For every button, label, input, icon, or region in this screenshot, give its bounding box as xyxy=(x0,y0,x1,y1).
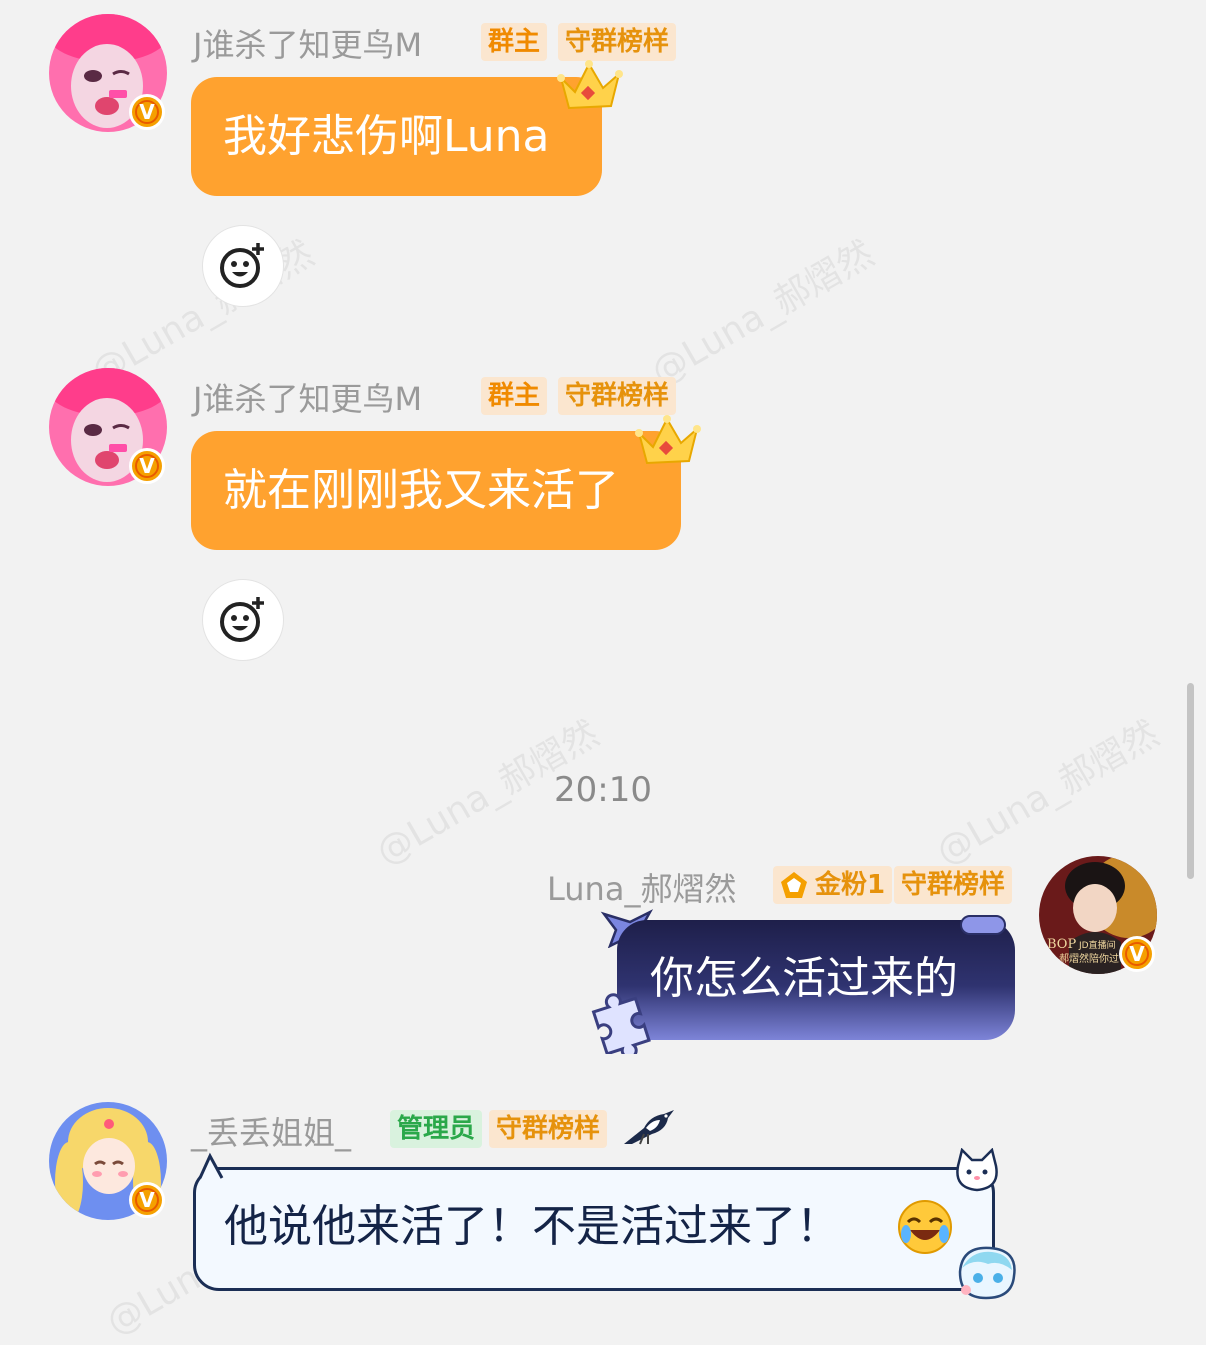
role-tag-guard: 守群榜样 xyxy=(489,1110,608,1148)
role-tag-guard: 守群榜样 xyxy=(894,866,1013,904)
v-verified-icon: V xyxy=(129,448,165,484)
scrollbar[interactable] xyxy=(1187,683,1194,879)
role-tag-guard: 守群榜样 xyxy=(558,377,677,415)
message-text: 他说他来活了！不是活过来了！ xyxy=(224,1201,840,1252)
avatar[interactable]: V xyxy=(49,1102,167,1220)
laughing-emoji-icon xyxy=(898,1200,952,1254)
message-bubble[interactable]: 我好悲伤啊Luna xyxy=(191,77,602,196)
avatar[interactable]: V xyxy=(49,14,167,132)
v-verified-icon: V xyxy=(1119,936,1155,972)
character-sticker-icon xyxy=(952,1242,1022,1306)
svg-text:郝熠然陪你过: 郝熠然陪你过 xyxy=(1059,952,1119,965)
sender-name: _丢丢姐姐_ xyxy=(191,1114,352,1152)
crown-icon xyxy=(555,58,625,118)
add-reaction-button[interactable] xyxy=(202,579,284,661)
bubble-corner-decoration xyxy=(196,1152,226,1186)
pentagon-badge-icon xyxy=(781,872,807,898)
message-text: 你怎么活过来的 xyxy=(650,953,958,1004)
message-text: 我好悲伤啊Luna xyxy=(223,111,550,162)
message-bubble[interactable]: 就在刚刚我又来活了 xyxy=(191,431,681,550)
v-verified-icon: V xyxy=(129,1182,165,1218)
add-reaction-icon xyxy=(220,243,264,288)
avatar[interactable]: BOP JD直播间 郝熠然陪你过 V xyxy=(1039,856,1157,974)
role-tag-owner: 群主 xyxy=(481,377,548,415)
message-text: 就在刚刚我又来活了 xyxy=(223,465,619,516)
svg-text:BOP: BOP xyxy=(1047,937,1076,952)
svg-text:JD直播间: JD直播间 xyxy=(1078,939,1116,951)
role-tag-admin: 管理员 xyxy=(390,1110,483,1148)
sender-name: J谁杀了知更鸟M xyxy=(193,380,423,418)
sender-name: J谁杀了知更鸟M xyxy=(193,26,423,64)
fan-level-text: 金粉1 xyxy=(815,870,886,900)
add-reaction-icon xyxy=(220,597,264,642)
bubble-tab-decoration xyxy=(960,915,1006,935)
watermark: @Luna_郝熠然 xyxy=(644,233,881,394)
puzzle-piece-icon xyxy=(588,990,654,1059)
role-tag-owner: 群主 xyxy=(481,23,548,61)
v-verified-icon: V xyxy=(129,94,165,130)
sender-name: Luna_郝熠然 xyxy=(547,870,737,908)
cat-sticker-icon xyxy=(950,1147,1002,1198)
role-tag-guard: 守群榜样 xyxy=(558,23,677,61)
magpie-icon xyxy=(620,1104,676,1152)
message-bubble[interactable]: 他说他来活了！不是活过来了！ xyxy=(193,1167,995,1291)
fan-level-tag: 金粉1 xyxy=(773,866,893,904)
crown-icon xyxy=(633,413,703,473)
timestamp: 20:10 xyxy=(554,770,652,810)
add-reaction-button[interactable] xyxy=(202,225,284,307)
avatar[interactable]: V xyxy=(49,368,167,486)
message-bubble[interactable]: 你怎么活过来的 xyxy=(617,920,1015,1040)
